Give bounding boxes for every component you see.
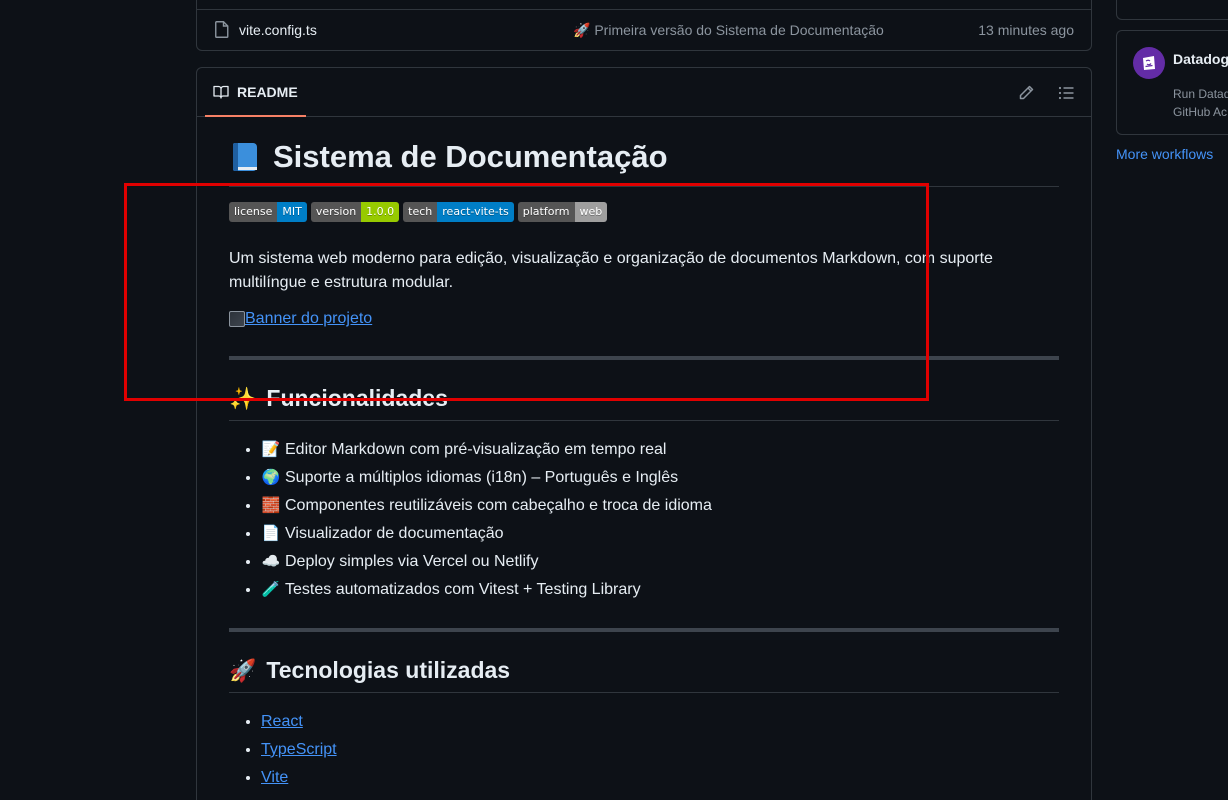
badge-version[interactable]: version 1.0.0 (310, 202, 400, 223)
badge-label: platform (517, 202, 575, 223)
list-icon[interactable] (1057, 84, 1075, 102)
file-row[interactable]: vite.config.ts 🚀 Primeira versão do Sist… (197, 10, 1091, 50)
badge-platform[interactable]: platform web (517, 202, 608, 223)
list-item-text: Editor Markdown com pré-visualização em … (285, 440, 667, 458)
broken-image-icon (229, 311, 245, 328)
badge-value: react-vite-ts (437, 202, 514, 223)
list-item: 🌍Suporte a múltiplos idiomas (i18n) – Po… (261, 464, 1059, 492)
rocket-icon: 🚀 (229, 657, 257, 683)
list-item-text: Deploy simples via Vercel ou Netlify (285, 552, 539, 570)
features-heading: ✨ Funcionalidades (229, 384, 1059, 421)
badge-license[interactable]: license MIT (229, 202, 307, 223)
workflow-description-line: Run Datad (1173, 87, 1228, 101)
list-item: React (261, 708, 1059, 736)
badges: license MIT version 1.0.0 tech react-vit… (229, 202, 1059, 223)
badge-value: 1.0.0 (361, 202, 400, 223)
readme-title: Sistema de Documentação (229, 138, 1059, 188)
workflow-title[interactable]: Datadog (1173, 51, 1228, 67)
technologies-heading-text: Tecnologias utilizadas (266, 656, 511, 683)
divider (229, 356, 1059, 361)
file-list: vite.config.ts 🚀 Primeira versão do Sist… (196, 0, 1092, 51)
workflow-description: Run Datad GitHub Ac (1173, 85, 1228, 121)
book-open-icon (213, 85, 229, 99)
file-icon (215, 21, 229, 38)
badge-label: version (310, 202, 362, 223)
list-item: 📝Editor Markdown com pré-visualização em… (261, 436, 1059, 464)
commit-message-text[interactable]: Primeira versão do Sistema de Documentaç… (594, 22, 883, 38)
features-list: 📝Editor Markdown com pré-visualização em… (229, 436, 1059, 604)
sparkles-icon: ✨ (229, 385, 257, 411)
list-item: Vite (261, 764, 1059, 792)
tech-link-vite[interactable]: Vite (261, 769, 288, 786)
badge-label: license (229, 202, 278, 223)
banner-alt-text: Banner do projeto (245, 310, 373, 328)
document-icon: 📄 (261, 524, 281, 542)
tech-link-react[interactable]: React (261, 713, 303, 730)
sidebar-card-previous (1116, 0, 1228, 20)
readme-content: Sistema de Documentação license MIT vers… (229, 138, 1059, 792)
list-item-text: Testes automatizados com Vitest + Testin… (285, 580, 641, 598)
test-tube-icon: 🧪 (261, 580, 281, 598)
readme-title-text: Sistema de Documentação (273, 139, 668, 174)
list-item: ☁️Deploy simples via Vercel ou Netlify (261, 548, 1059, 576)
rocket-icon: 🚀 (573, 22, 591, 38)
page: vite.config.ts 🚀 Primeira versão do Sist… (0, 0, 1228, 800)
technologies-list: React TypeScript Vite (229, 708, 1059, 792)
list-item: 🧱Componentes reutilizáveis com cabeçalho… (261, 492, 1059, 520)
features-heading-text: Funcionalidades (266, 385, 448, 412)
file-name[interactable]: vite.config.ts (239, 22, 317, 38)
badge-tech[interactable]: tech react-vite-ts (403, 202, 514, 223)
datadog-logo-icon (1133, 47, 1165, 79)
commit-message[interactable]: 🚀 Primeira versão do Sistema de Document… (573, 22, 884, 39)
badge-value: MIT (277, 202, 307, 223)
tech-link-typescript[interactable]: TypeScript (261, 741, 337, 758)
memo-icon: 📝 (261, 440, 281, 458)
badge-label: tech (403, 202, 438, 223)
banner-image-link[interactable]: Banner do projeto (229, 310, 372, 328)
list-item: TypeScript (261, 736, 1059, 764)
divider (229, 627, 1059, 632)
workflow-card[interactable]: Datadog Run Datad GitHub Ac (1116, 30, 1228, 135)
commit-time: 13 minutes ago (978, 22, 1074, 38)
list-item-text: Visualizador de documentação (285, 524, 504, 542)
workflow-description-line: GitHub Ac (1173, 105, 1228, 119)
technologies-heading: 🚀 Tecnologias utilizadas (229, 656, 1059, 693)
readme-panel: README Sistema de Documentação license M… (196, 67, 1092, 800)
more-workflows-link[interactable]: More workflows (1116, 146, 1213, 162)
badge-value: web (574, 202, 608, 223)
tab-readme-label: README (237, 83, 298, 100)
list-item-text: Suporte a múltiplos idiomas (i18n) – Por… (285, 468, 679, 486)
list-item: 📄Visualizador de documentação (261, 520, 1059, 548)
cloud-icon: ☁️ (261, 552, 281, 570)
brick-icon: 🧱 (261, 496, 281, 514)
tab-readme[interactable]: README (205, 68, 306, 117)
project-description: Um sistema web moderno para edição, visu… (229, 250, 993, 292)
pencil-icon[interactable] (1017, 84, 1035, 102)
globe-icon: 🌍 (261, 468, 281, 486)
readme-header: README (197, 68, 1091, 117)
list-item: 🧪Testes automatizados com Vitest + Testi… (261, 576, 1059, 604)
book-icon (229, 141, 261, 173)
list-item-text: Componentes reutilizáveis com cabeçalho … (285, 496, 712, 514)
